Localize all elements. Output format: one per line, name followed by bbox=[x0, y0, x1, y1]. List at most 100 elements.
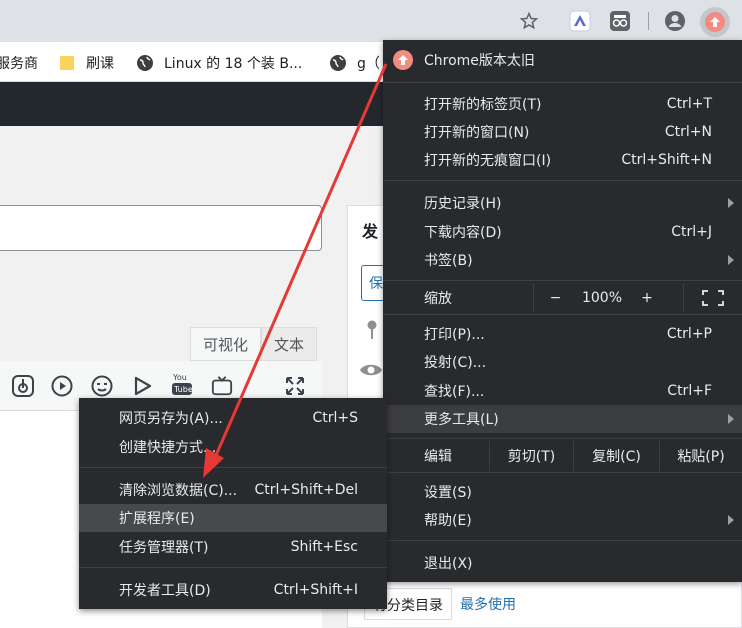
music-icon[interactable] bbox=[12, 375, 34, 397]
menu-item-label: 退出(X) bbox=[424, 556, 473, 572]
menu-divider bbox=[79, 467, 387, 468]
menu-item-dev-tools[interactable]: 开发者工具(D) Ctrl+Shift+I bbox=[79, 576, 387, 604]
edit-row: 编辑 剪切(T) 复制(C) 粘贴(P) bbox=[383, 441, 742, 471]
bookmark-item[interactable]: 服务商 bbox=[0, 53, 38, 73]
extension-glasses-icon[interactable] bbox=[607, 8, 633, 34]
profile-icon[interactable] bbox=[662, 8, 688, 34]
play-circle-icon[interactable] bbox=[51, 375, 73, 397]
more-tools-submenu: 网页另存为(A)... Ctrl+S 创建快捷方式... 清除浏览数据(C)..… bbox=[79, 398, 387, 609]
menu-item-more-tools[interactable]: 更多工具(L) bbox=[383, 405, 742, 433]
video-play-icon[interactable] bbox=[131, 375, 153, 397]
folder-icon bbox=[58, 54, 76, 72]
menu-divider bbox=[383, 540, 742, 541]
eye-icon bbox=[359, 362, 383, 378]
fullscreen-icon[interactable] bbox=[284, 375, 306, 397]
menu-item-cast[interactable]: 投射(C)... bbox=[383, 348, 742, 376]
menu-shortcut: Ctrl+Shift+I bbox=[273, 582, 358, 598]
zoom-level: 100% bbox=[581, 290, 623, 306]
menu-item-label: 清除浏览数据(C)... bbox=[119, 483, 238, 499]
browser-toolbar bbox=[0, 0, 742, 42]
zoom-label: 缩放 bbox=[424, 291, 452, 307]
submenu-arrow-icon bbox=[728, 414, 734, 424]
menu-shortcut: Ctrl+N bbox=[664, 124, 712, 140]
globe-icon bbox=[329, 54, 347, 72]
menu-item-find[interactable]: 查找(F)... Ctrl+F bbox=[383, 377, 742, 405]
menu-item-label: 任务管理器(T) bbox=[119, 540, 209, 556]
menu-item-label: 帮助(E) bbox=[424, 513, 472, 529]
emoji-icon[interactable] bbox=[91, 375, 113, 397]
menu-item-new-window[interactable]: 打开新的窗口(N) Ctrl+N bbox=[383, 118, 742, 146]
menu-shortcut: Ctrl+S bbox=[312, 410, 358, 426]
menu-item-label: 打开新的窗口(N) bbox=[424, 125, 530, 141]
bookmark-folder[interactable]: 刷课 bbox=[58, 53, 114, 73]
menu-item-exit[interactable]: 退出(X) bbox=[383, 549, 742, 577]
publish-panel-title: 发 bbox=[362, 222, 379, 241]
menu-item-new-incognito[interactable]: 打开新的无痕窗口(I) Ctrl+Shift+N bbox=[383, 146, 742, 174]
submenu-arrow-icon bbox=[728, 198, 734, 208]
menu-shortcut: Ctrl+J bbox=[671, 224, 712, 240]
menu-item-print[interactable]: 打印(P)... Ctrl+P bbox=[383, 320, 742, 348]
menu-shortcut: Ctrl+F bbox=[667, 383, 712, 399]
menu-divider bbox=[383, 472, 742, 473]
update-badge-icon[interactable] bbox=[700, 7, 730, 37]
menu-item-label: 打印(P)... bbox=[424, 327, 485, 343]
fullscreen-button[interactable] bbox=[683, 284, 742, 312]
menu-item-bookmarks[interactable]: 书签(B) bbox=[383, 246, 742, 274]
menu-divider bbox=[383, 314, 742, 315]
menu-item-history[interactable]: 历史记录(H) bbox=[383, 189, 742, 217]
toolbar-divider bbox=[648, 12, 649, 30]
submenu-arrow-icon bbox=[728, 515, 734, 525]
menu-item-label: 扩展程序(E) bbox=[119, 511, 195, 527]
submenu-arrow-icon bbox=[728, 255, 734, 265]
menu-item-create-shortcut[interactable]: 创建快捷方式... bbox=[79, 433, 387, 461]
menu-shortcut: Ctrl+P bbox=[666, 326, 712, 342]
tab-text[interactable]: 文本 bbox=[261, 327, 318, 361]
menu-item-downloads[interactable]: 下载内容(D) Ctrl+J bbox=[383, 218, 742, 246]
menu-divider bbox=[383, 280, 742, 281]
star-icon[interactable] bbox=[516, 8, 542, 34]
copy-button[interactable]: 复制(C) bbox=[573, 441, 659, 471]
menu-item-task-manager[interactable]: 任务管理器(T) Shift+Esc bbox=[79, 533, 387, 561]
edit-label: 编辑 bbox=[424, 449, 452, 465]
paste-button[interactable]: 粘贴(P) bbox=[659, 441, 742, 471]
update-chrome-item[interactable]: Chrome版本太旧 bbox=[383, 46, 742, 74]
zoom-out-button[interactable]: − bbox=[533, 284, 577, 312]
menu-item-label: 下载内容(D) bbox=[424, 225, 502, 241]
cut-button[interactable]: 剪切(T) bbox=[489, 441, 573, 471]
bookmark-label: 刷课 bbox=[86, 56, 114, 72]
category-tabs: 有分类目录 最多使用 bbox=[364, 588, 524, 620]
editor-tabs: 可视化 文本 bbox=[190, 327, 318, 361]
menu-item-label: 投射(C)... bbox=[424, 355, 487, 371]
menu-item-help[interactable]: 帮助(E) bbox=[383, 506, 742, 534]
menu-item-extensions[interactable]: 扩展程序(E) bbox=[79, 504, 387, 532]
menu-item-new-tab[interactable]: 打开新的标签页(T) Ctrl+T bbox=[383, 90, 742, 118]
menu-shortcut: Ctrl+Shift+Del bbox=[254, 482, 358, 498]
pin-icon bbox=[365, 320, 379, 340]
update-arrow-icon bbox=[393, 50, 413, 70]
menu-divider bbox=[383, 180, 742, 181]
bookmark-label: 服务商 bbox=[0, 56, 38, 72]
bookmark-item[interactable]: Linux 的 18 个装 B... bbox=[136, 53, 302, 73]
menu-item-save-page[interactable]: 网页另存为(A)... Ctrl+S bbox=[79, 404, 387, 432]
bookmark-label: g（ bbox=[357, 56, 380, 72]
menu-item-label: 历史记录(H) bbox=[424, 196, 502, 212]
menu-item-label: 更多工具(L) bbox=[424, 412, 499, 428]
menu-item-label: 网页另存为(A)... bbox=[119, 411, 223, 427]
tab-most-used[interactable]: 最多使用 bbox=[452, 588, 524, 620]
tv-icon[interactable] bbox=[211, 375, 233, 397]
menu-item-label: 查找(F)... bbox=[424, 384, 485, 400]
menu-divider bbox=[79, 567, 387, 568]
extension-bird-icon[interactable] bbox=[567, 8, 593, 34]
menu-shortcut: Ctrl+Shift+N bbox=[621, 152, 712, 168]
menu-item-label: 创建快捷方式... bbox=[119, 440, 217, 456]
menu-item-settings[interactable]: 设置(S) bbox=[383, 478, 742, 506]
tab-visual[interactable]: 可视化 bbox=[190, 327, 262, 361]
youtube-icon[interactable]: You Tube bbox=[171, 371, 193, 399]
menu-item-clear-data[interactable]: 清除浏览数据(C)... Ctrl+Shift+Del bbox=[79, 476, 387, 504]
menu-item-label: 打开新的标签页(T) bbox=[424, 97, 542, 113]
zoom-in-button[interactable]: + bbox=[627, 284, 667, 312]
menu-item-label: 打开新的无痕窗口(I) bbox=[424, 153, 552, 169]
bookmark-label: Linux 的 18 个装 B... bbox=[164, 56, 303, 72]
post-title-input[interactable] bbox=[0, 205, 322, 251]
bookmark-item[interactable]: g（ bbox=[329, 53, 380, 73]
